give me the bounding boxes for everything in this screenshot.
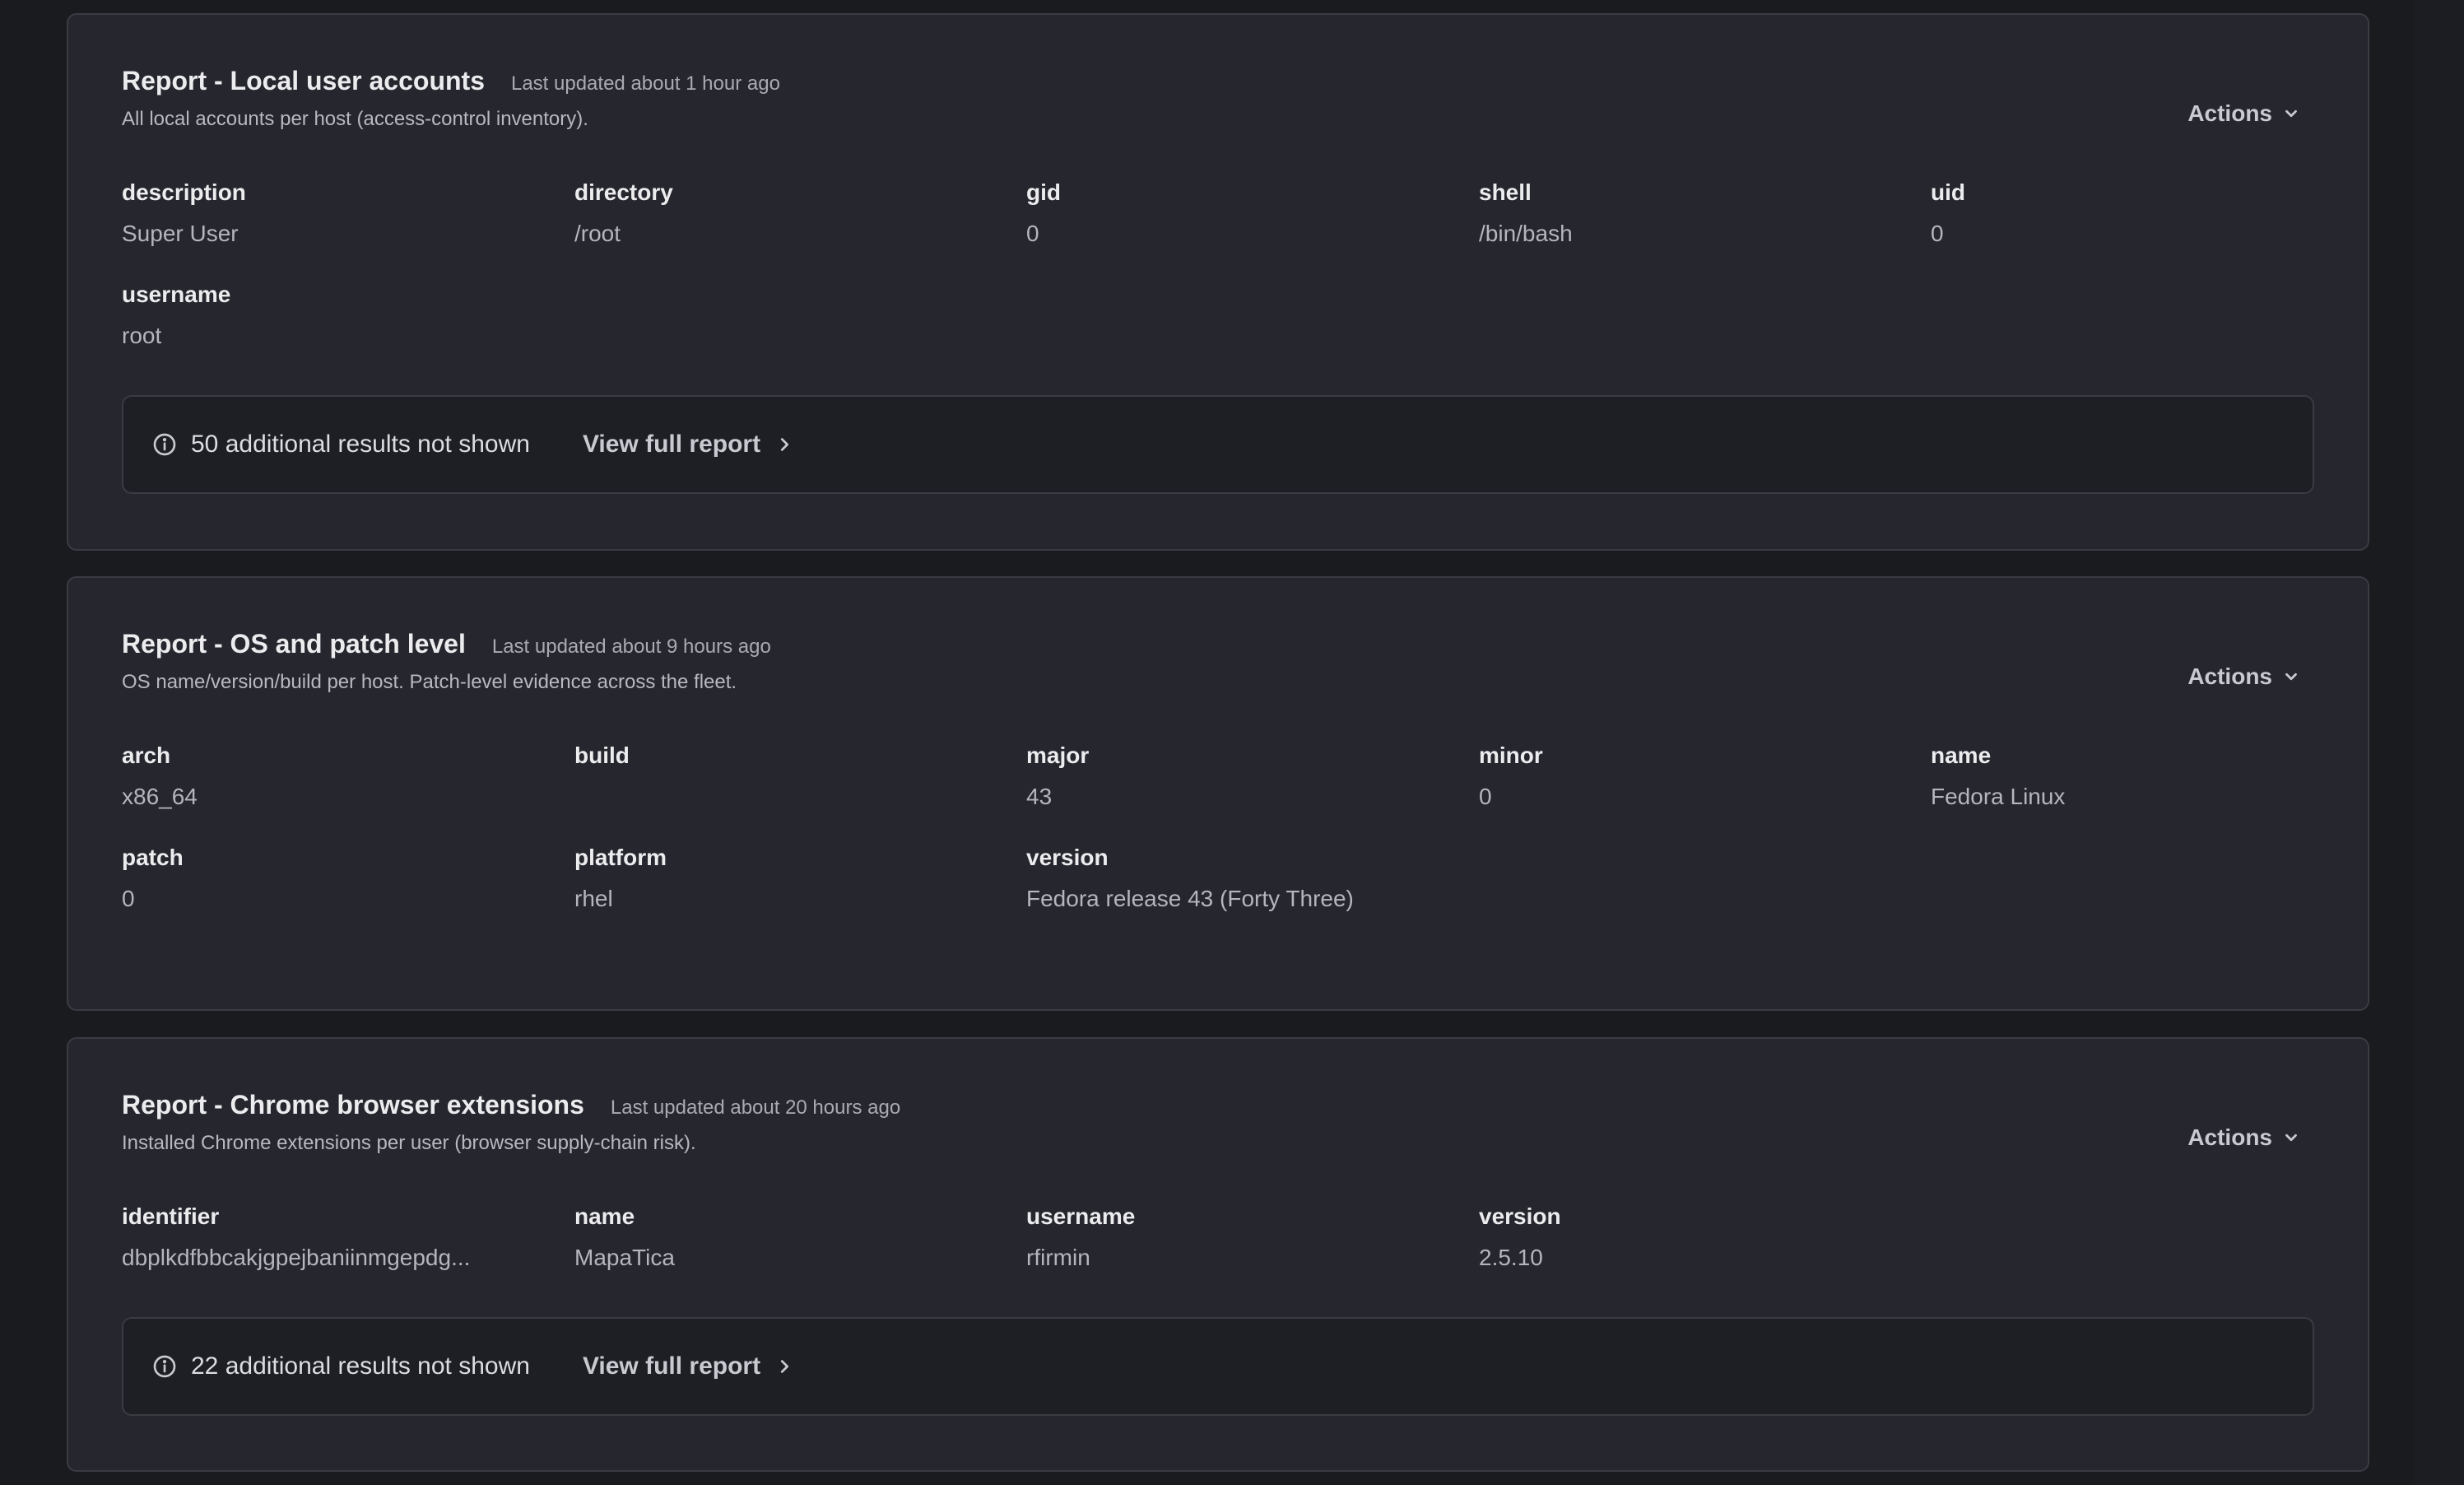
chevron-right-icon xyxy=(780,438,789,451)
field-value: Fedora release 43 (Forty Three) xyxy=(1026,886,1354,911)
field-label: major xyxy=(1026,742,1090,768)
actions-button[interactable]: Actions xyxy=(2187,100,2300,127)
info-icon xyxy=(153,1355,176,1378)
report-description: Installed Chrome extensions per user (br… xyxy=(122,1132,696,1154)
view-full-report-label: View full report xyxy=(582,431,761,458)
field-version: version Fedora release 43 (Forty Three) xyxy=(1026,845,1685,912)
chevron-down-icon xyxy=(2285,673,2297,681)
field-arch: arch x86_64 xyxy=(122,742,550,810)
reports-page: Report - Local user accounts Last update… xyxy=(0,0,2464,1485)
field-name: name Fedora Linux xyxy=(1931,742,2359,810)
view-full-report-link[interactable]: View full report xyxy=(583,431,793,459)
field-label: platform xyxy=(574,845,667,870)
field-value: 0 xyxy=(1026,221,1039,246)
last-updated: Last updated about 9 hours ago xyxy=(491,635,771,658)
actions-label: Actions xyxy=(2187,1124,2272,1150)
info-icon xyxy=(153,433,176,456)
actions-button[interactable]: Actions xyxy=(2187,663,2300,690)
actions-button[interactable]: Actions xyxy=(2187,1124,2300,1151)
view-full-report-link[interactable]: View full report xyxy=(583,1352,793,1380)
field-label: minor xyxy=(1479,742,1543,768)
field-label: version xyxy=(1479,1203,1561,1229)
view-full-report-label: View full report xyxy=(582,1352,761,1380)
field-label: username xyxy=(122,282,231,307)
last-updated: Last updated about 20 hours ago xyxy=(610,1096,901,1119)
results-notice: 50 additional results not shown View ful… xyxy=(122,395,2314,494)
field-label: description xyxy=(122,179,246,205)
field-uid: uid 0 xyxy=(1931,179,2359,247)
field-platform: platform rhel xyxy=(574,845,1002,912)
field-gid: gid 0 xyxy=(1026,179,1454,247)
field-value: dbplkdfbbcakjgpejbaniinmgepdg... xyxy=(122,1245,471,1270)
chevron-down-icon xyxy=(2285,109,2297,118)
actions-label: Actions xyxy=(2187,100,2272,126)
report-card-local-user-accounts: Report - Local user accounts Last update… xyxy=(67,13,2369,551)
report-header: Report - OS and patch level Last updated… xyxy=(122,629,2314,694)
notice-text: 22 additional results not shown xyxy=(191,1352,530,1380)
field-value: 0 xyxy=(1931,221,1944,246)
field-value: 0 xyxy=(122,886,135,911)
report-header: Report - Local user accounts Last update… xyxy=(122,66,2314,131)
field-label: patch xyxy=(122,845,184,870)
field-patch: patch 0 xyxy=(122,845,550,912)
field-value: x86_64 xyxy=(122,784,198,809)
field-value: 2.5.10 xyxy=(1479,1245,1543,1270)
field-label: uid xyxy=(1931,179,1965,205)
field-label: arch xyxy=(122,742,171,768)
field-value: Fedora Linux xyxy=(1931,784,2066,809)
report-description: OS name/version/build per host. Patch-le… xyxy=(122,671,737,693)
actions-label: Actions xyxy=(2187,663,2272,689)
field-value: Super User xyxy=(122,221,239,246)
field-major: major 43 xyxy=(1026,742,1454,810)
field-value: /bin/bash xyxy=(1479,221,1573,246)
chevron-down-icon xyxy=(2285,1134,2297,1142)
field-label: name xyxy=(1931,742,1992,768)
field-label: version xyxy=(1026,845,1109,870)
field-shell: shell /bin/bash xyxy=(1479,179,1907,247)
report-description: All local accounts per host (access-cont… xyxy=(122,108,588,130)
field-value: 0 xyxy=(1479,784,1492,809)
field-value: MapaTica xyxy=(574,1245,675,1270)
field-name: name MapaTica xyxy=(574,1203,1002,1271)
report-title: Report - OS and patch level xyxy=(122,629,466,659)
field-version: version 2.5.10 xyxy=(1479,1203,1907,1271)
chevron-right-icon xyxy=(780,1360,789,1373)
report-card-os-patch-level: Report - OS and patch level Last updated… xyxy=(67,576,2369,1011)
field-value: root xyxy=(122,323,162,348)
right-rail xyxy=(2415,0,2464,1485)
field-label: username xyxy=(1026,1203,1136,1229)
field-identifier: identifier dbplkdfbbcakjgpejbaniinmgepdg… xyxy=(122,1203,550,1271)
field-label: gid xyxy=(1026,179,1061,205)
field-username: username rfirmin xyxy=(1026,1203,1454,1271)
report-title: Report - Chrome browser extensions xyxy=(122,1090,584,1120)
last-updated: Last updated about 1 hour ago xyxy=(510,72,780,95)
report-title: Report - Local user accounts xyxy=(122,66,485,95)
field-minor: minor 0 xyxy=(1479,742,1907,810)
field-label: name xyxy=(574,1203,635,1229)
field-value: rhel xyxy=(574,886,613,911)
field-value: rfirmin xyxy=(1026,1245,1090,1270)
results-notice: 22 additional results not shown View ful… xyxy=(122,1317,2314,1416)
field-username: username root xyxy=(122,282,550,349)
report-header: Report - Chrome browser extensions Last … xyxy=(122,1090,2314,1155)
field-directory: directory /root xyxy=(574,179,1002,247)
notice-text: 50 additional results not shown xyxy=(191,431,530,458)
field-label: build xyxy=(574,742,630,768)
field-label: shell xyxy=(1479,179,1532,205)
field-value xyxy=(574,784,1002,810)
field-build: build xyxy=(574,742,1002,810)
report-card-chrome-extensions: Report - Chrome browser extensions Last … xyxy=(67,1037,2369,1472)
field-value: 43 xyxy=(1026,784,1053,809)
field-description: description Super User xyxy=(122,179,550,247)
field-label: identifier xyxy=(122,1203,220,1229)
field-label: directory xyxy=(574,179,673,205)
field-value: /root xyxy=(574,221,621,246)
